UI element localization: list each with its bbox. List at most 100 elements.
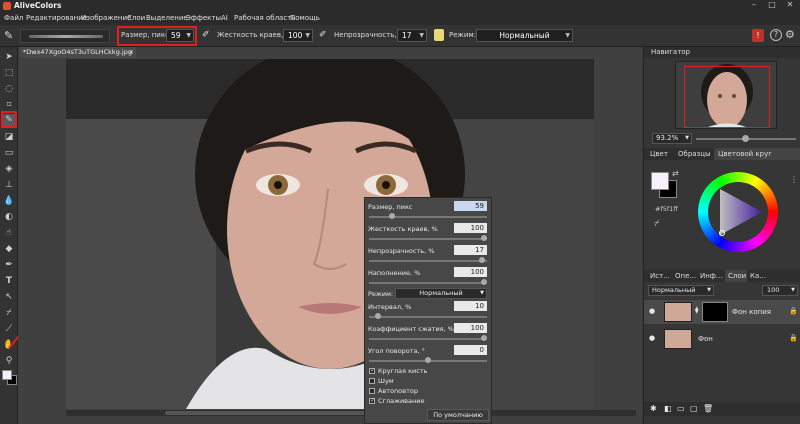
help-icon[interactable]: ? [770,29,782,41]
check-auto-repeat[interactable] [369,388,375,394]
menu-select[interactable]: Выделение [146,14,188,22]
color-wheel[interactable] [698,172,778,252]
color-triangle[interactable] [698,172,778,252]
tab-swatches[interactable]: Образцы [678,150,711,158]
swap-colors-icon[interactable]: ⇄ [672,169,679,178]
new-layer-icon[interactable]: ▢ [690,404,698,413]
popup-size-slider[interactable] [369,213,487,219]
opacity-input[interactable]: 17 ▼ [397,29,427,42]
fx-icon[interactable]: ✱ [650,404,657,413]
hardness-input[interactable]: 100 ▼ [283,29,313,42]
mode-select[interactable]: Нормальный ▼ [476,29,573,42]
tab-history[interactable]: Ист... [650,272,670,280]
popup-opacity-slider-knob[interactable] [478,257,485,263]
text-tool-icon[interactable]: T [3,275,15,287]
popup-angle-slider-knob[interactable] [425,357,431,363]
popup-angle-slider[interactable] [369,357,487,363]
tab-channels[interactable]: Ка... [750,272,766,280]
blur-tool-icon[interactable]: 💧 [3,195,15,207]
layer-blend-mode-select[interactable]: Нормальный ▼ [648,285,714,296]
tab-layers[interactable]: Слои [728,272,746,280]
color-marker[interactable] [719,230,725,236]
check-noise[interactable] [369,378,375,384]
popup-hardness-slider[interactable] [369,235,487,241]
maximize-button[interactable]: □ [764,0,780,12]
tab-operations[interactable]: Опе... [675,272,696,280]
tab-color[interactable]: Цвет [650,150,668,158]
brush-tool-icon[interactable]: ✎ [4,29,13,42]
panel-menu-icon[interactable]: ⋮ [790,175,798,184]
menu-help[interactable]: Помощь [290,14,320,22]
default-button[interactable]: По умолчанию [427,409,489,421]
crop-tool-icon[interactable]: ⌗ [3,99,15,111]
menu-edit[interactable]: Редактирование [26,14,87,22]
close-button[interactable]: ✕ [782,0,798,12]
close-tab-icon[interactable]: × [129,47,134,58]
popup-size-input[interactable]: 59 [454,201,487,211]
menu-effects[interactable]: Эффекты [186,14,221,22]
smudge-tool-icon[interactable]: ☝ [3,227,15,239]
popup-compress-input[interactable]: 100 [454,323,487,333]
gradient-tool-icon[interactable]: ▭ [3,147,15,159]
navigator-preview[interactable] [675,61,777,129]
popup-angle-input[interactable]: 0 [454,345,487,355]
notification-icon[interactable]: ! [752,29,764,42]
lasso-tool-icon[interactable]: ◌ [3,83,15,95]
layer-row[interactable]: ● ⧫ Фон копия 🔒 [644,300,800,324]
popup-fill-input[interactable]: 100 [454,267,487,277]
pen-pressure-icon[interactable] [434,29,444,41]
popup-interval-input[interactable]: 10 [454,301,487,311]
zoom-slider-knob[interactable] [742,135,749,142]
dodge-tool-icon[interactable]: ◐ [3,211,15,223]
path-select-tool-icon[interactable]: ↖ [3,291,15,303]
foreground-color-swatch[interactable] [2,370,12,380]
navigator-view-box[interactable] [684,66,770,128]
check-smoothing[interactable]: ✓ [369,398,375,404]
popup-fill-slider[interactable] [369,279,487,285]
size-input[interactable]: 59 ▼ [166,29,194,42]
visibility-eye-icon[interactable]: ● [649,307,655,315]
menu-file[interactable]: Файл [4,14,23,22]
popup-opacity-input[interactable]: 17 [454,245,487,255]
mask-icon[interactable]: ◧ [664,404,672,413]
hex-value[interactable]: #f5f1ff [655,205,678,213]
menu-layers[interactable]: Слои [127,14,145,22]
layer-opacity-input[interactable]: 100 ▼ [762,285,798,296]
popup-opacity-slider[interactable] [369,257,487,263]
document-tab[interactable]: *Dwx47XgoO4sT3uTGLHCkkg.jpg × [20,47,136,58]
minimize-button[interactable]: – [746,0,762,12]
check-round-brush[interactable]: ✓ [369,368,375,374]
zoom-input[interactable]: 93.2% ▼ [652,133,692,144]
popup-hardness-input[interactable]: 100 [454,223,487,233]
canvas-image[interactable] [66,59,594,409]
zoom-slider[interactable] [696,135,796,142]
eyedropper-tool-icon[interactable]: ⌿ [3,307,15,319]
tab-info[interactable]: Инф... [700,272,722,280]
popup-compress-slider[interactable] [369,335,487,341]
lock-icon[interactable]: 🔒 [789,334,798,342]
tab-color-wheel[interactable]: Цветовой круг [718,150,772,158]
brush-tool-icon[interactable]: ✎ [3,114,15,126]
zoom-tool-icon[interactable]: ⚲ [3,355,15,367]
new-group-icon[interactable]: ▭ [677,404,685,413]
layer-row[interactable]: ● Фон 🔒 [644,328,800,350]
popup-size-slider-knob[interactable] [389,213,396,219]
fill-tool-icon[interactable]: ◈ [3,163,15,175]
eyedropper-icon[interactable]: ⌿ [654,219,659,229]
fg-color-swatch[interactable] [651,172,669,190]
shape-tool-icon[interactable]: ◆ [3,243,15,255]
menu-image[interactable]: Изображение [81,14,131,22]
eraser-tool-icon[interactable]: ◪ [3,131,15,143]
ruler-tool-icon[interactable]: ⟋ [3,323,15,335]
pen-tool-icon[interactable]: ✒ [3,259,15,271]
marquee-tool-icon[interactable]: ⬚ [3,67,15,79]
lock-icon[interactable]: 🔒 [789,307,798,315]
delete-layer-icon[interactable]: 🗑 [703,404,713,413]
settings-icon[interactable]: ⚙ [785,28,795,41]
popup-hardness-slider-knob[interactable] [481,235,487,241]
popup-interval-slider-knob[interactable] [374,313,381,319]
brush-preset-preview[interactable] [20,29,110,43]
menu-workspace[interactable]: Рабочая область [234,14,295,22]
popup-mode-select[interactable]: Нормальный ▼ [395,288,487,299]
move-tool-icon[interactable]: ➤ [3,51,15,63]
